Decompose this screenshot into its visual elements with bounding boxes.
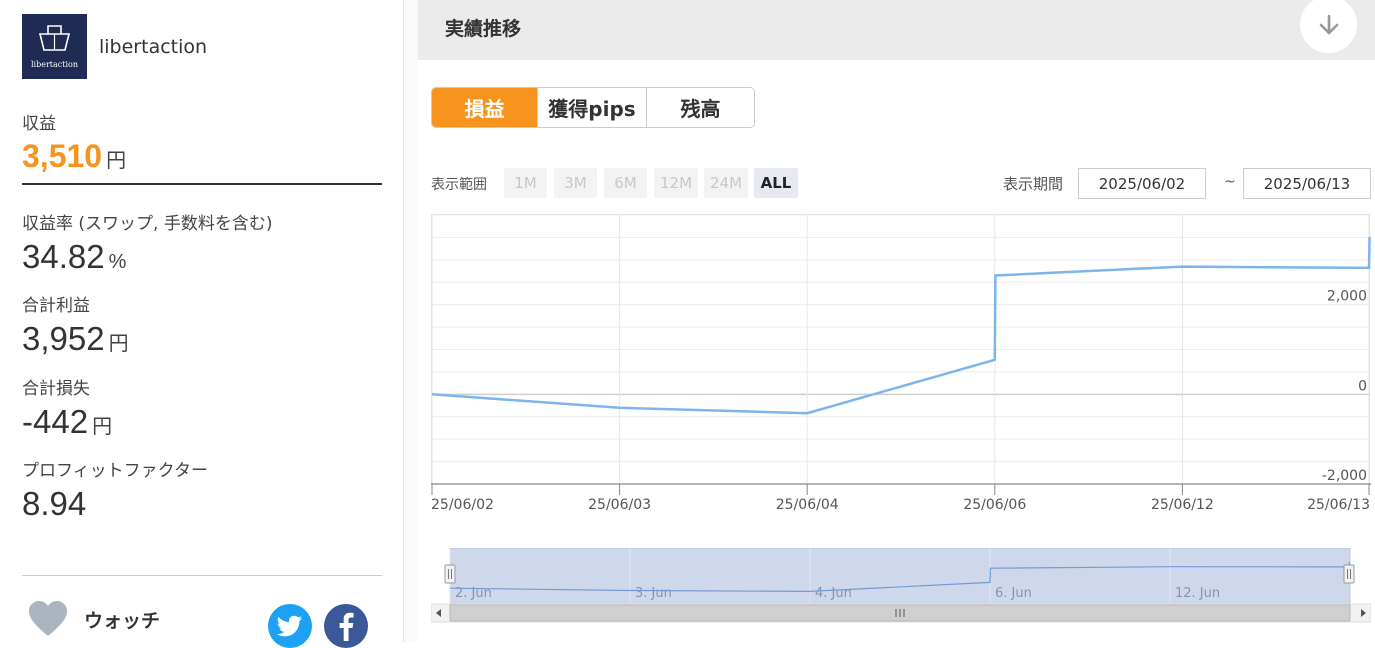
revenue-underline [22,183,382,185]
profile-header: libertaction libertaction [22,14,207,79]
pl-chart: 25/06/02 25/06/03 25/06/04 25/06/06 25/06/12… [431,214,1371,514]
rate-number: 34.82 [22,238,105,275]
period-from-input[interactable]: 2025/06/02 [1078,168,1206,199]
profit-factor-number: 8.94 [22,485,87,522]
section-title: 実績推移 [445,18,522,40]
revenue-unit: 円 [106,150,127,172]
y-tick-label: -2,000 [1322,468,1367,484]
total-profit-number: 3,952 [22,320,105,357]
x-tick-label: 25/06/06 [963,497,1026,513]
divider [22,575,382,576]
tab-balance[interactable]: 残高 [647,88,754,127]
period-separator: ~ [1224,174,1236,190]
range-6m-button[interactable]: 6M [604,168,647,198]
x-tick-label: 25/06/12 [1151,497,1214,513]
navigator-svg: 2. Jun 3. Jun 4. Jun 6. Jun 12. Jun [430,547,1372,623]
total-loss-unit: 円 [92,416,113,438]
twitter-share-button[interactable] [268,604,312,648]
arrow-down-icon [1319,14,1338,34]
total-loss-label: 合計損失 [22,379,90,399]
range-3m-button[interactable]: 3M [554,168,597,198]
total-profit-label: 合計利益 [22,296,90,316]
y-tick-label: 0 [1358,378,1367,394]
facebook-share-button[interactable] [324,604,368,648]
twitter-icon [277,615,302,637]
range-12m-button[interactable]: 12M [654,168,698,198]
period-label: 表示期間 [1003,175,1064,193]
range-1m-button[interactable]: 1M [504,168,547,198]
total-profit-value: 3,952 円 [22,320,129,358]
period-to-input[interactable]: 2025/06/13 [1243,168,1371,199]
total-profit-unit: 円 [108,333,129,355]
heart-icon [29,601,67,636]
ship-icon [38,25,71,51]
x-tick-label: 25/06/03 [588,497,651,513]
navigator-tick-label: 6. Jun [995,586,1032,601]
range-all-button[interactable]: ALL [754,168,798,198]
revenue-value: 3,510 円 [22,138,126,175]
tab-pips[interactable]: 獲得pips [538,88,647,127]
performance-panel: 実績推移 損益 獲得pips 残高 表示範囲 1M 3M 6M 12M 24M … [404,0,1375,642]
navigator-right-handle[interactable] [1343,564,1355,584]
rate-value: 34.82% [22,238,126,276]
section-body: 損益 獲得pips 残高 表示範囲 1M 3M 6M 12M 24M ALL 表… [418,60,1375,642]
watch-button[interactable]: ウォッチ [28,600,160,638]
collapse-button[interactable] [1300,0,1357,53]
watch-label: ウォッチ [84,609,161,632]
pl-chart-svg: 25/06/02 25/06/03 25/06/04 25/06/06 25/06/12… [431,214,1371,513]
total-loss-number: -442 [22,403,89,440]
username[interactable]: libertaction [99,36,207,58]
profile-logo[interactable]: libertaction [22,14,87,79]
revenue-label: 収益 [22,114,56,134]
navigator-tick-label: 3. Jun [635,586,672,601]
x-tick-label: 25/06/02 [431,497,494,513]
x-tick-label: 25/06/13 [1307,497,1370,513]
facebook-icon [339,612,354,641]
x-tick-label: 25/06/04 [776,497,839,513]
range-label: 表示範囲 [431,177,487,193]
y-tick-label: 2,000 [1327,289,1367,305]
profit-factor-label: プロフィットファクター [22,461,208,481]
chart-navigator: 2. Jun 3. Jun 4. Jun 6. Jun 12. Jun [430,547,1372,624]
navigator-left-handle[interactable] [444,564,456,584]
rate-unit: % [108,251,127,273]
metric-tabs: 損益 獲得pips 残高 [431,87,755,128]
profile-panel: libertaction libertaction 収益 3,510 円 収益率 … [0,0,404,648]
revenue-number: 3,510 [22,138,103,174]
logo-text: libertaction [30,60,78,69]
profit-factor-value: 8.94 [22,485,86,523]
navigator-tick-label: 4. Jun [815,586,852,601]
tab-profit-loss[interactable]: 損益 [432,88,538,127]
navigator-tick-label: 12. Jun [1175,586,1220,601]
rate-label: 収益率 (スワップ, 手数料を含む) [22,214,273,234]
section-header: 実績推移 [418,0,1375,60]
total-loss-value: -442 円 [22,403,112,441]
range-24m-button[interactable]: 24M [704,168,748,198]
